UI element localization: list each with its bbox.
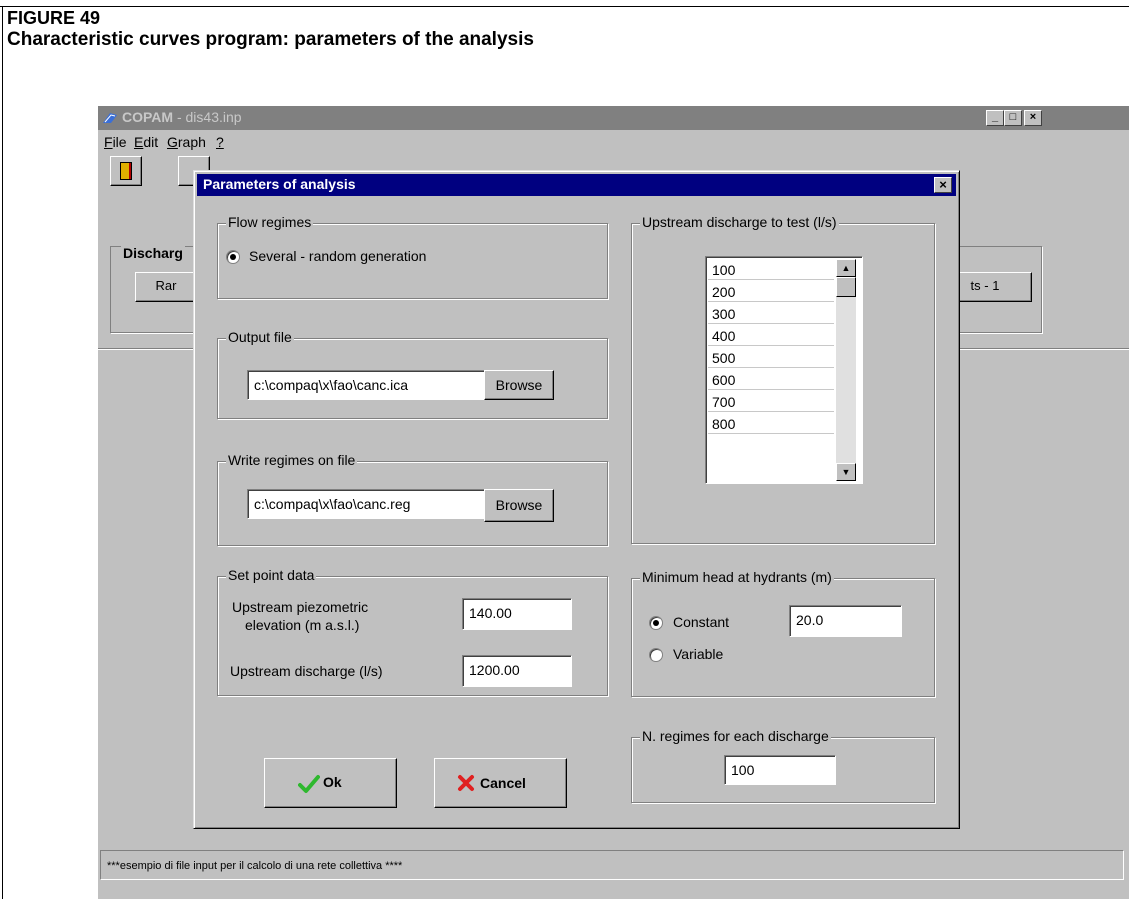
upstream-discharge-input[interactable]: 1200.00 xyxy=(462,655,572,687)
close-button[interactable]: × xyxy=(1024,110,1042,126)
constant-value-input[interactable]: 20.0 xyxy=(789,605,902,637)
output-file-input[interactable]: c:\compaq\x\fao\canc.ica xyxy=(247,370,485,400)
x-icon xyxy=(458,775,474,791)
figure-number: FIGURE 49 xyxy=(7,8,101,28)
several-random-label: Several - random generation xyxy=(249,248,427,264)
list-item[interactable]: 500 xyxy=(708,347,834,368)
toolbar-button-exit[interactable] xyxy=(110,156,142,186)
set-point-label: Set point data xyxy=(226,567,317,583)
write-regimes-input[interactable]: c:\compaq\x\fao\canc.reg xyxy=(247,489,485,519)
output-file-label: Output file xyxy=(226,329,294,345)
list-item[interactable]: 100 xyxy=(708,259,834,280)
upstream-discharge-label: Upstream discharge (l/s) xyxy=(230,663,383,679)
minimum-head-group: Minimum head at hydrants (m) xyxy=(631,569,935,697)
ok-label: Ok xyxy=(323,774,342,790)
list-item[interactable]: 800 xyxy=(708,413,834,434)
ok-button[interactable]: Ok xyxy=(264,758,397,808)
menu-edit[interactable]: Edit xyxy=(134,134,158,150)
discharge-group-label: Discharg xyxy=(121,245,185,261)
menu-help[interactable]: ? xyxy=(216,134,224,150)
variable-label: Variable xyxy=(673,646,724,662)
several-random-radio[interactable] xyxy=(226,250,240,264)
cancel-button[interactable]: Cancel xyxy=(434,758,567,808)
app-title: COPAM - dis43.inp xyxy=(122,109,242,125)
list-item[interactable]: 200 xyxy=(708,281,834,302)
write-regimes-browse-button[interactable]: Browse xyxy=(484,489,554,522)
dialog-close-button[interactable]: × xyxy=(934,177,952,193)
scroll-up-arrow-icon[interactable]: ▲ xyxy=(836,259,856,277)
door-icon xyxy=(120,162,132,180)
discharge-listbox[interactable]: 100 200 300 400 500 600 700 800 ▲ ▼ xyxy=(705,256,863,484)
flow-regimes-label: Flow regimes xyxy=(226,214,314,230)
app-logo-icon xyxy=(103,113,117,123)
random-button[interactable]: Rar xyxy=(135,272,197,302)
n-regimes-input[interactable]: 100 xyxy=(724,755,836,785)
listbox-scrollbar[interactable]: ▲ ▼ xyxy=(836,259,856,481)
write-regimes-label: Write regimes on file xyxy=(226,452,358,468)
minimum-head-label: Minimum head at hydrants (m) xyxy=(640,569,834,585)
minimize-button[interactable]: _ xyxy=(986,110,1004,126)
list-item[interactable]: 600 xyxy=(708,369,834,390)
scroll-down-arrow-icon[interactable]: ▼ xyxy=(836,463,856,481)
menu-file[interactable]: File xyxy=(104,134,127,150)
status-bar: ***esempio di file input per il calcolo … xyxy=(100,850,1124,880)
constant-radio[interactable] xyxy=(649,616,663,630)
output-browse-button[interactable]: Browse xyxy=(484,370,554,400)
dialog-title: Parameters of analysis xyxy=(203,176,356,192)
dialog-titlebar: Parameters of analysis × xyxy=(197,174,956,196)
checkmark-icon xyxy=(298,775,320,793)
cancel-label: Cancel xyxy=(480,775,526,791)
scroll-thumb[interactable] xyxy=(836,277,856,297)
piezometric-input[interactable]: 140.00 xyxy=(462,598,572,630)
n-regimes-label: N. regimes for each discharge xyxy=(640,728,831,744)
upstream-discharge-test-label: Upstream discharge to test (l/s) xyxy=(640,214,839,230)
constant-label: Constant xyxy=(673,614,730,630)
app-titlebar: COPAM - dis43.inp _ □ × xyxy=(98,106,1129,130)
maximize-button[interactable]: □ xyxy=(1004,110,1022,126)
figure-caption: Characteristic curves program: parameter… xyxy=(7,29,534,50)
piezometric-label-line1: Upstream piezometric xyxy=(232,599,369,615)
variable-radio[interactable] xyxy=(649,648,663,662)
piezometric-label-line2: elevation (m a.s.l.) xyxy=(245,617,360,633)
menubar: File Edit Graph ? xyxy=(98,131,1129,153)
list-item[interactable]: 700 xyxy=(708,391,834,412)
menu-graph[interactable]: Graph xyxy=(167,134,206,150)
list-item[interactable]: 300 xyxy=(708,303,834,324)
list-item[interactable]: 400 xyxy=(708,325,834,346)
